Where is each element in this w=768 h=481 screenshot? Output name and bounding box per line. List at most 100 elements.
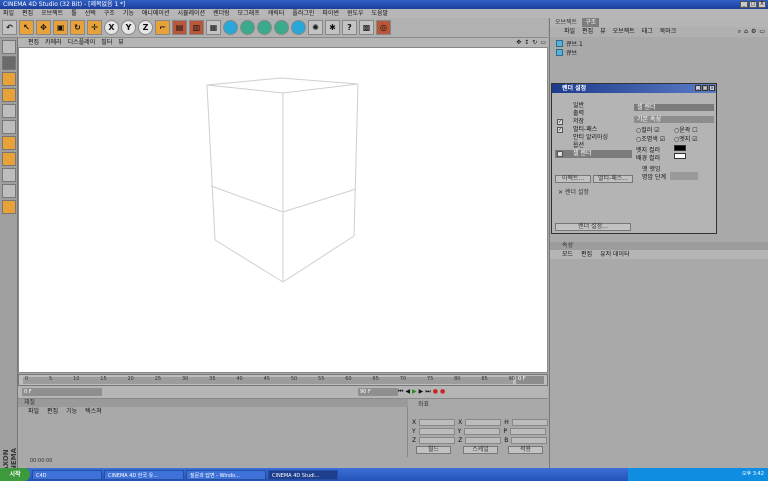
move-all-icon[interactable]: ✛: [87, 20, 102, 35]
object-menu-item[interactable]: 태그: [642, 27, 653, 37]
render-view-icon[interactable]: ▤: [172, 20, 187, 35]
last-frame-icon[interactable]: ⏭: [425, 388, 430, 396]
deformer-icon[interactable]: [291, 20, 306, 35]
layout-icon[interactable]: ▭: [540, 38, 546, 47]
viewport-menu-item[interactable]: 필터: [101, 38, 112, 47]
effect-button[interactable]: 이펙트...: [555, 175, 591, 183]
color-option[interactable]: ○컬러 ☑: [636, 125, 660, 134]
nurbs-icon[interactable]: [257, 20, 272, 35]
dialog-maximize[interactable]: □: [702, 85, 708, 91]
menu-item[interactable]: 애니메이션: [142, 9, 170, 18]
move-icon[interactable]: ✥: [36, 20, 51, 35]
timeline[interactable]: 0 5 10 15 20 25 30 35 40 45 50 55 60 65 70 75 80 85 90 0 F: [18, 374, 548, 386]
tab-objects[interactable]: 오브젝트: [552, 18, 580, 27]
maximize-button[interactable]: □: [749, 1, 757, 8]
scale-x-field[interactable]: [465, 419, 502, 426]
material-menu-item[interactable]: 편집: [47, 407, 58, 416]
render-list-item[interactable]: 안티 알리아싱: [555, 134, 632, 142]
illum-option[interactable]: ○조명색 ☑: [636, 134, 665, 143]
menu-item[interactable]: 도움말: [372, 9, 389, 18]
points-mode-icon[interactable]: [2, 72, 16, 86]
undo-icon[interactable]: ↶: [2, 20, 17, 35]
render-list-item[interactable]: ✓ 멀티-패스: [555, 126, 632, 134]
minimize-button[interactable]: _: [740, 1, 748, 8]
workplane-icon[interactable]: [2, 136, 16, 150]
object-menu-item[interactable]: 파일: [564, 27, 575, 37]
render-sub-item[interactable]: ✕ 렌더 설정: [558, 187, 589, 196]
object-item[interactable]: 큐브: [556, 48, 577, 57]
viewport-menu-item[interactable]: 편집: [28, 38, 39, 47]
object-menu-item[interactable]: 북마크: [660, 27, 677, 37]
coord-system-icon[interactable]: ⌐: [155, 20, 170, 35]
material-menu-item[interactable]: 기능: [66, 407, 77, 416]
axis-mode-icon[interactable]: [2, 152, 16, 166]
model-mode-icon[interactable]: [2, 40, 16, 54]
task-c4d[interactable]: C4D: [32, 469, 102, 480]
menu-item[interactable]: 편집: [22, 9, 33, 18]
object-item[interactable]: 큐브.1: [556, 39, 583, 48]
render-settings-button[interactable]: 렌더 설정...: [555, 223, 631, 231]
render-list-item[interactable]: 출력: [555, 110, 632, 118]
pos-z-field[interactable]: [419, 437, 456, 444]
coord-mode-select[interactable]: 월드: [416, 446, 451, 454]
menu-item[interactable]: 플러그인: [292, 9, 314, 18]
checker-icon[interactable]: [2, 168, 16, 182]
shadow-level-field[interactable]: [670, 172, 698, 180]
dialog-close[interactable]: x: [709, 85, 715, 91]
apply-button[interactable]: 적용: [508, 446, 543, 454]
material-menu-item[interactable]: 텍스쳐: [85, 407, 102, 416]
menu-item[interactable]: 파이썬: [322, 9, 339, 18]
pan-icon[interactable]: ✥: [516, 38, 521, 47]
pos-x-field[interactable]: [419, 419, 456, 426]
keyframe-icon[interactable]: ●: [440, 388, 445, 396]
task-qna[interactable]: 질문과 답변 - Windo...: [186, 469, 266, 480]
viewport-menu-item[interactable]: 카메라: [45, 38, 62, 47]
snap-icon[interactable]: [2, 184, 16, 198]
end-frame-field[interactable]: 90 F: [358, 388, 398, 396]
rot-h-field[interactable]: [511, 419, 548, 426]
script-icon[interactable]: ◎: [376, 20, 391, 35]
tab-structure[interactable]: 구조: [582, 18, 600, 27]
multipass-button[interactable]: 멀티-패스...: [593, 175, 633, 183]
menu-item[interactable]: 렌더링: [213, 9, 230, 18]
menu-item[interactable]: 구조: [104, 9, 115, 18]
texture-mode-icon[interactable]: [2, 120, 16, 134]
tags-icon[interactable]: ▩: [359, 20, 374, 35]
settings-icon[interactable]: ⚙: [751, 27, 756, 37]
select-icon[interactable]: ↖: [19, 20, 34, 35]
camera-icon[interactable]: ?: [342, 20, 357, 35]
orbit-icon[interactable]: ↻: [532, 38, 537, 47]
light-icon[interactable]: ✱: [325, 20, 340, 35]
rot-b-field[interactable]: [511, 437, 548, 444]
menu-item[interactable]: 캐릭터: [268, 9, 285, 18]
menu-item[interactable]: 시뮬레이션: [177, 9, 205, 18]
paint-icon[interactable]: [2, 200, 16, 214]
close-button[interactable]: X: [758, 1, 766, 8]
edge-color-swatch[interactable]: [674, 145, 686, 151]
object-mode-icon[interactable]: [2, 56, 16, 70]
menu-item[interactable]: 윈도우: [347, 9, 364, 18]
home-icon[interactable]: ⌂: [744, 27, 748, 37]
y-axis-button[interactable]: Y: [121, 20, 136, 35]
render-list-item[interactable]: ✓ 저장: [555, 118, 632, 126]
render-list-item[interactable]: 일반: [555, 102, 632, 110]
first-frame-icon[interactable]: ⏮: [398, 388, 403, 396]
z-axis-button[interactable]: Z: [138, 20, 153, 35]
menu-item[interactable]: 툴: [71, 9, 77, 18]
play-icon[interactable]: ▶: [412, 388, 417, 396]
viewport-menu-item[interactable]: 디스플레이: [68, 38, 96, 47]
edges-mode-icon[interactable]: [2, 88, 16, 102]
attributes-menu-item[interactable]: 유저 데이터: [600, 250, 630, 259]
next-frame-icon[interactable]: ▶: [419, 388, 424, 396]
object-menu-item[interactable]: 편집: [582, 27, 593, 37]
x-axis-button[interactable]: X: [104, 20, 119, 35]
dialog-minimize[interactable]: _: [695, 85, 701, 91]
coord-scale-select[interactable]: 스케일: [463, 446, 498, 454]
edge-option[interactable]: ○엣지 ☑: [674, 134, 698, 143]
rotate-icon[interactable]: ↻: [70, 20, 85, 35]
scale-z-field[interactable]: [465, 437, 502, 444]
viewport[interactable]: [18, 47, 548, 373]
menu-item[interactable]: 파일: [3, 9, 14, 18]
task-c4d-korea[interactable]: CINEMA 4D 한국 유...: [104, 469, 184, 480]
polygons-mode-icon[interactable]: [2, 104, 16, 118]
